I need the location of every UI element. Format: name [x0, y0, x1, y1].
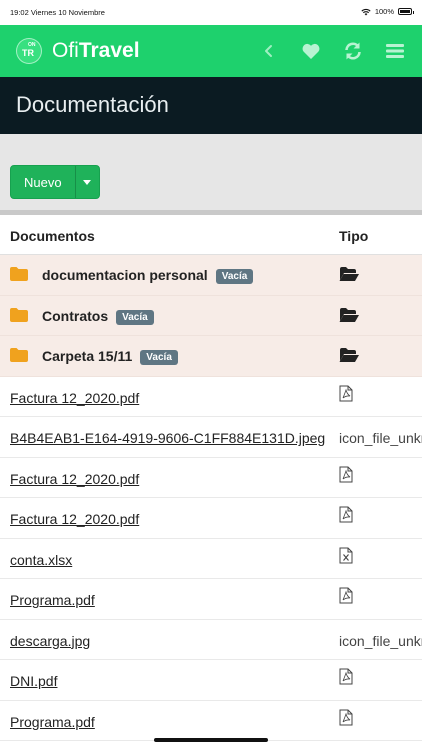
file-link[interactable]: Factura 12_2020.pdf	[10, 471, 139, 487]
folder-open-icon	[339, 267, 359, 281]
pdf-icon	[339, 668, 353, 685]
folder-open-icon	[339, 307, 359, 322]
file-link[interactable]: conta.xlsx	[10, 552, 72, 568]
refresh-icon[interactable]	[342, 40, 364, 62]
heart-icon[interactable]	[300, 40, 322, 62]
file-row: Programa.pdf	[0, 700, 422, 741]
folder-open-icon	[339, 348, 359, 362]
page-title-bar: Documentación	[0, 77, 422, 134]
empty-badge: Vacía	[140, 350, 178, 365]
file-link[interactable]: DNI.pdf	[10, 673, 57, 689]
folder-name: documentacion personal Vacía	[42, 267, 254, 284]
folder-name: Contratos Vacía	[42, 308, 154, 325]
new-split-button: Nuevo	[10, 165, 100, 199]
folder-name-text: Contratos	[42, 307, 109, 324]
toolbar: Nuevo	[0, 134, 422, 210]
file-link[interactable]: Factura 12_2020.pdf	[10, 390, 139, 406]
new-dropdown-button[interactable]	[74, 166, 99, 198]
file-link[interactable]: Programa.pdf	[10, 592, 95, 608]
status-bar: 19:02 Viernes 10 Noviembre 100%	[0, 0, 422, 25]
file-type-text: icon_file_unknown	[339, 632, 422, 649]
table-header: Documentos Tipo	[0, 215, 422, 255]
pdf-icon	[339, 506, 353, 523]
brand-part1: Ofi	[52, 39, 79, 62]
file-row: B4B4EAB1-E164-4919-9606-C1FF884E131D.jpe…	[0, 417, 422, 458]
brand-part2: Travel	[78, 39, 140, 62]
col-header-documents: Documentos	[10, 228, 95, 244]
status-right: 100%	[361, 7, 414, 16]
file-link[interactable]: Factura 12_2020.pdf	[10, 511, 139, 527]
app-header: ON TR OfiTravel	[0, 25, 422, 77]
file-row: Factura 12_2020.pdf	[0, 498, 422, 539]
file-row: Factura 12_2020.pdf	[0, 457, 422, 498]
documents-list: documentacion personal Vacía Contratos Vac…	[0, 255, 422, 741]
menu-icon[interactable]	[384, 40, 406, 62]
folder-row[interactable]: documentacion personal Vacía	[0, 255, 422, 296]
folder-row[interactable]: Carpeta 15/11 Vacía	[0, 336, 422, 377]
file-row: Factura 12_2020.pdf	[0, 376, 422, 417]
pdf-icon	[339, 709, 353, 725]
file-type-text: icon_file_unknown	[339, 430, 422, 446]
empty-badge: Vacía	[215, 269, 254, 284]
logo-icon: ON TR	[16, 38, 42, 64]
file-link[interactable]: Programa.pdf	[10, 714, 95, 730]
wifi-icon	[361, 8, 371, 15]
status-time: 19:02 Viernes 10 Noviembre	[10, 8, 105, 17]
folder-icon	[10, 348, 28, 362]
folder-name-text: documentacion personal	[42, 267, 208, 283]
battery-icon	[398, 8, 414, 15]
brand-name: OfiTravel	[52, 39, 140, 63]
home-indicator[interactable]	[154, 738, 268, 742]
file-link[interactable]: descarga.jpg	[10, 633, 90, 649]
file-row: DNI.pdf	[0, 660, 422, 701]
folder-row[interactable]: Contratos Vacía	[0, 295, 422, 336]
folder-icon	[10, 267, 28, 281]
pdf-icon	[339, 587, 353, 604]
file-row: conta.xlsx	[0, 538, 422, 579]
logo-big-text: TR	[22, 48, 34, 58]
file-row: descarga.jpg icon_file_unknown	[0, 619, 422, 660]
page-title: Documentación	[16, 92, 169, 117]
back-icon[interactable]	[258, 40, 280, 62]
excel-icon	[339, 547, 353, 563]
folder-name-text: Carpeta 15/11	[42, 348, 133, 364]
header-actions	[258, 40, 406, 62]
pdf-icon	[339, 466, 353, 482]
folder-name: Carpeta 15/11 Vacía	[42, 348, 178, 365]
file-link[interactable]: B4B4EAB1-E164-4919-9606-C1FF884E131D.jpe…	[10, 430, 325, 446]
caret-down-icon	[83, 179, 92, 185]
battery-percent: 100%	[374, 7, 394, 16]
empty-badge: Vacía	[116, 309, 154, 325]
new-button[interactable]: Nuevo	[11, 166, 75, 198]
folder-icon	[10, 307, 28, 322]
pdf-icon	[339, 385, 353, 401]
file-row: Programa.pdf	[0, 579, 422, 620]
col-header-type: Tipo	[339, 228, 369, 244]
